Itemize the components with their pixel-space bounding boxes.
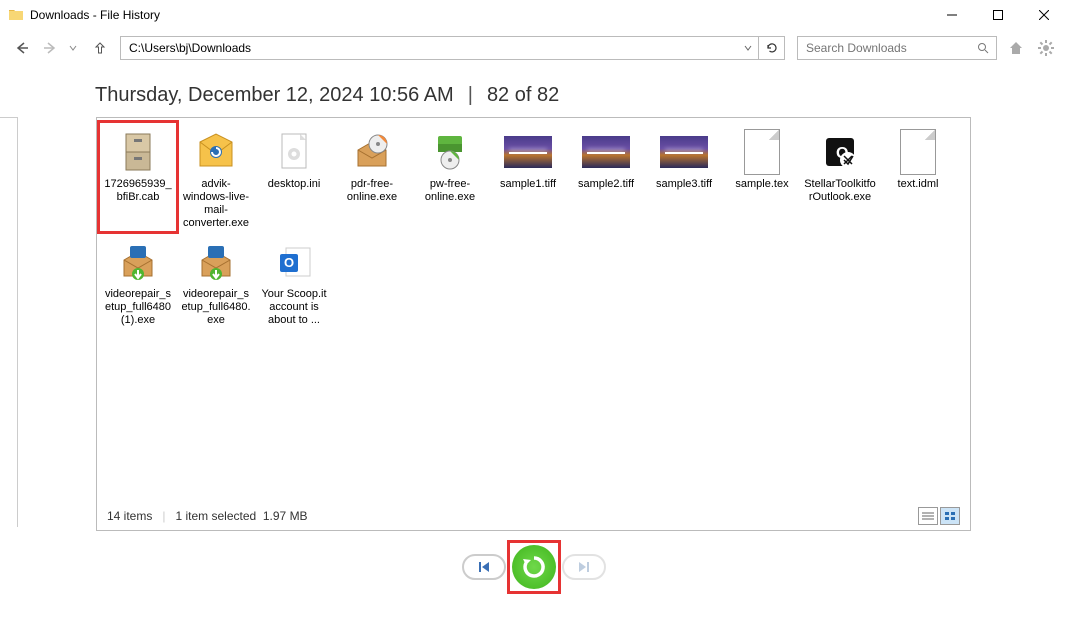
cabinet-icon [114,128,162,176]
file-list-panel: 1726965939_bfiBr.cabadvik-windows-live-m… [96,117,971,531]
file-label: Your Scoop.it account is about to ... [258,288,330,327]
next-version-button[interactable] [562,554,606,580]
outlook-tool-icon: O [816,128,864,176]
maximize-button[interactable] [975,0,1021,30]
folder-icon [8,7,24,23]
search-input[interactable] [798,37,970,59]
tiff-icon [660,128,708,176]
tiff-icon [582,128,630,176]
file-item[interactable]: O Your Scoop.it account is about to ... [255,232,333,329]
left-gutter [0,117,18,527]
file-item[interactable]: sample3.tiff [645,122,723,232]
file-grid: 1726965939_bfiBr.cabadvik-windows-live-m… [97,118,970,333]
file-item[interactable]: videorepair_setup_full6480 (1).exe [99,232,177,329]
address-dropdown[interactable] [738,37,758,59]
file-label: 1726965939_bfiBr.cab [102,178,174,204]
file-label: pw-free-online.exe [414,178,486,204]
status-bar: 14 items | 1 item selected 1.97 MB [97,502,970,530]
file-label: StellarToolkitforOutlook.exe [804,178,876,204]
file-label: videorepair_setup_full6480.exe [180,288,252,327]
settings-button[interactable] [1035,37,1057,59]
file-item[interactable]: text.idml [879,122,957,232]
titlebar: Downloads - File History [0,0,1067,30]
tiff-icon [504,128,552,176]
forward-button[interactable] [38,36,62,60]
box-disc-icon [348,128,396,176]
icons-view-button[interactable] [940,507,960,525]
history-timestamp: Thursday, December 12, 2024 10:56 AM [95,84,454,107]
file-item[interactable]: OStellarToolkitforOutlook.exe [801,122,879,232]
file-item[interactable]: sample2.tiff [567,122,645,232]
box-down-icon [114,238,162,286]
minimize-button[interactable] [929,0,975,30]
file-item[interactable]: videorepair_setup_full6480.exe [177,232,255,329]
file-item[interactable]: desktop.ini [255,122,333,232]
previous-version-button[interactable] [462,554,506,580]
svg-text:O: O [284,255,294,270]
address-bar-container [120,36,785,60]
selected-count: 1 item selected [175,509,256,523]
window-title: Downloads - File History [30,8,160,22]
outlook-msg-icon: O [270,238,318,286]
history-controls [0,543,1067,591]
address-bar[interactable] [121,37,738,59]
view-toggles [918,507,960,525]
search-container [797,36,997,60]
blank-icon [894,128,942,176]
blank-icon [738,128,786,176]
file-label: text.idml [898,178,939,191]
history-header: Thursday, December 12, 2024 10:56 AM | 8… [0,66,1067,117]
file-item[interactable]: pw-free-online.exe [411,122,489,232]
file-item[interactable]: sample1.tiff [489,122,567,232]
file-label: sample3.tiff [656,178,712,191]
recent-dropdown[interactable] [66,36,80,60]
file-label: pdr-free-online.exe [336,178,408,204]
file-label: sample.tex [735,178,788,191]
header-separator: | [468,84,473,107]
file-label: sample1.tiff [500,178,556,191]
details-view-button[interactable] [918,507,938,525]
selected-size: 1.97 MB [263,509,308,523]
search-button[interactable] [970,37,996,59]
envelope-icon [192,128,240,176]
refresh-button[interactable] [758,37,784,59]
item-count: 14 items [107,509,152,523]
file-label: desktop.ini [268,178,321,191]
file-label: videorepair_setup_full6480 (1).exe [102,288,174,327]
file-item[interactable]: 1726965939_bfiBr.cab [99,122,177,232]
gear-doc-icon [270,128,318,176]
box-down-icon [192,238,240,286]
navigation-toolbar [0,30,1067,66]
window-controls [929,0,1067,30]
file-item[interactable]: sample.tex [723,122,801,232]
restore-button[interactable] [512,545,556,589]
file-item[interactable]: advik-windows-live-mail-converter.exe [177,122,255,232]
file-label: sample2.tiff [578,178,634,191]
box-green-icon [426,128,474,176]
restore-highlight [510,543,558,591]
home-button[interactable] [1005,37,1027,59]
history-position: 82 of 82 [487,84,559,107]
back-button[interactable] [10,36,34,60]
file-label: advik-windows-live-mail-converter.exe [180,178,252,230]
up-button[interactable] [88,36,112,60]
file-item[interactable]: pdr-free-online.exe [333,122,411,232]
close-button[interactable] [1021,0,1067,30]
